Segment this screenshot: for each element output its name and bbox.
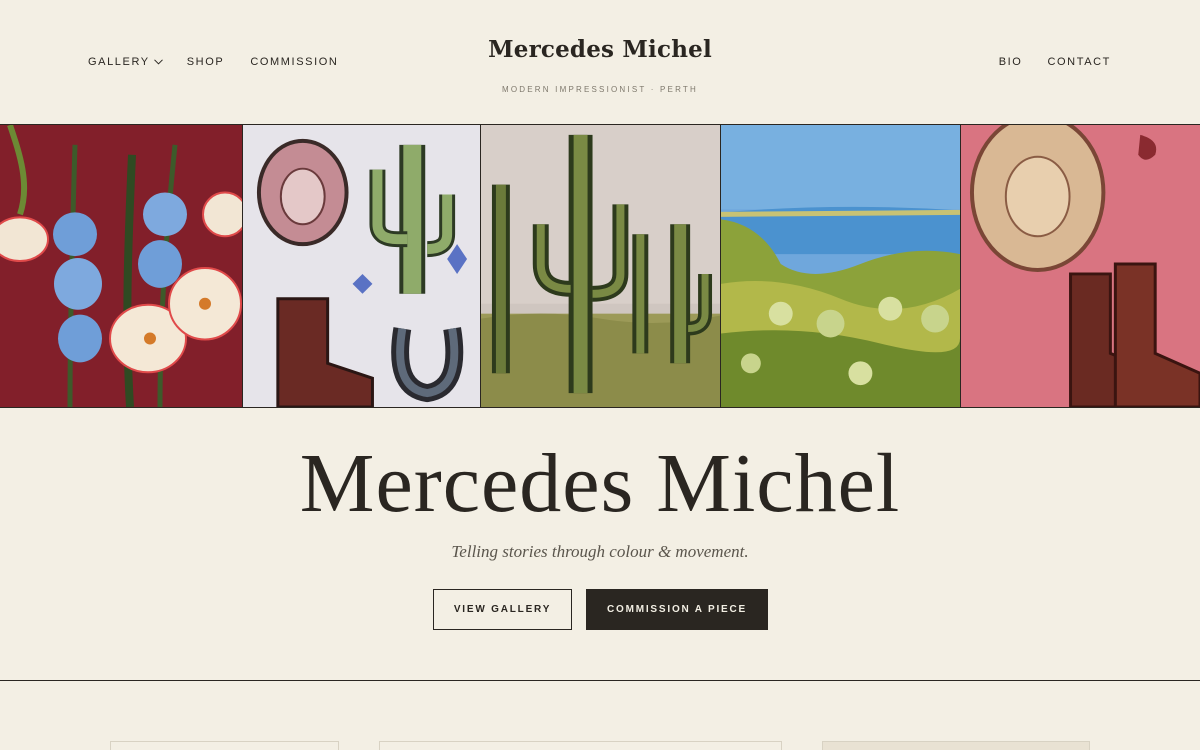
feature-card[interactable] [822,741,1090,750]
lake-painting-image [721,125,960,407]
section-divider [0,680,1200,681]
site-header: GALLERY SHOP COMMISSION Mercedes Michel … [0,0,1200,124]
primary-nav-right: BIO CONTACT [999,56,1111,68]
painting-lilies[interactable] [0,125,242,407]
painting-lake[interactable] [720,125,960,407]
hero-cta-row: VIEW GALLERY COMMISSION A PIECE [433,589,768,630]
painting-western-icons[interactable] [242,125,480,407]
nav-contact-label: CONTACT [1047,56,1111,68]
saguaro-painting-image [481,125,720,407]
painting-hat-boots[interactable] [960,125,1200,407]
painting-strip [0,124,1200,408]
nav-bio-label: BIO [998,56,1023,68]
hero-title: Mercedes Michel [299,437,901,530]
commission-piece-button[interactable]: COMMISSION A PIECE [586,589,768,630]
feature-card[interactable] [110,741,339,750]
view-gallery-button[interactable]: VIEW GALLERY [433,589,572,630]
nav-bio[interactable]: BIO [999,56,1023,68]
lilies-painting-image [0,125,242,407]
nav-contact[interactable]: CONTACT [1047,56,1111,68]
brand-tagline: MODERN IMPRESSIONIST · PERTH [502,85,698,94]
feature-card[interactable] [379,741,782,750]
western-icons-painting-image [243,125,480,407]
painting-saguaro[interactable] [480,125,720,407]
hero-subtitle: Telling stories through colour & movemen… [451,542,749,561]
hat-boots-painting-image [961,125,1200,407]
